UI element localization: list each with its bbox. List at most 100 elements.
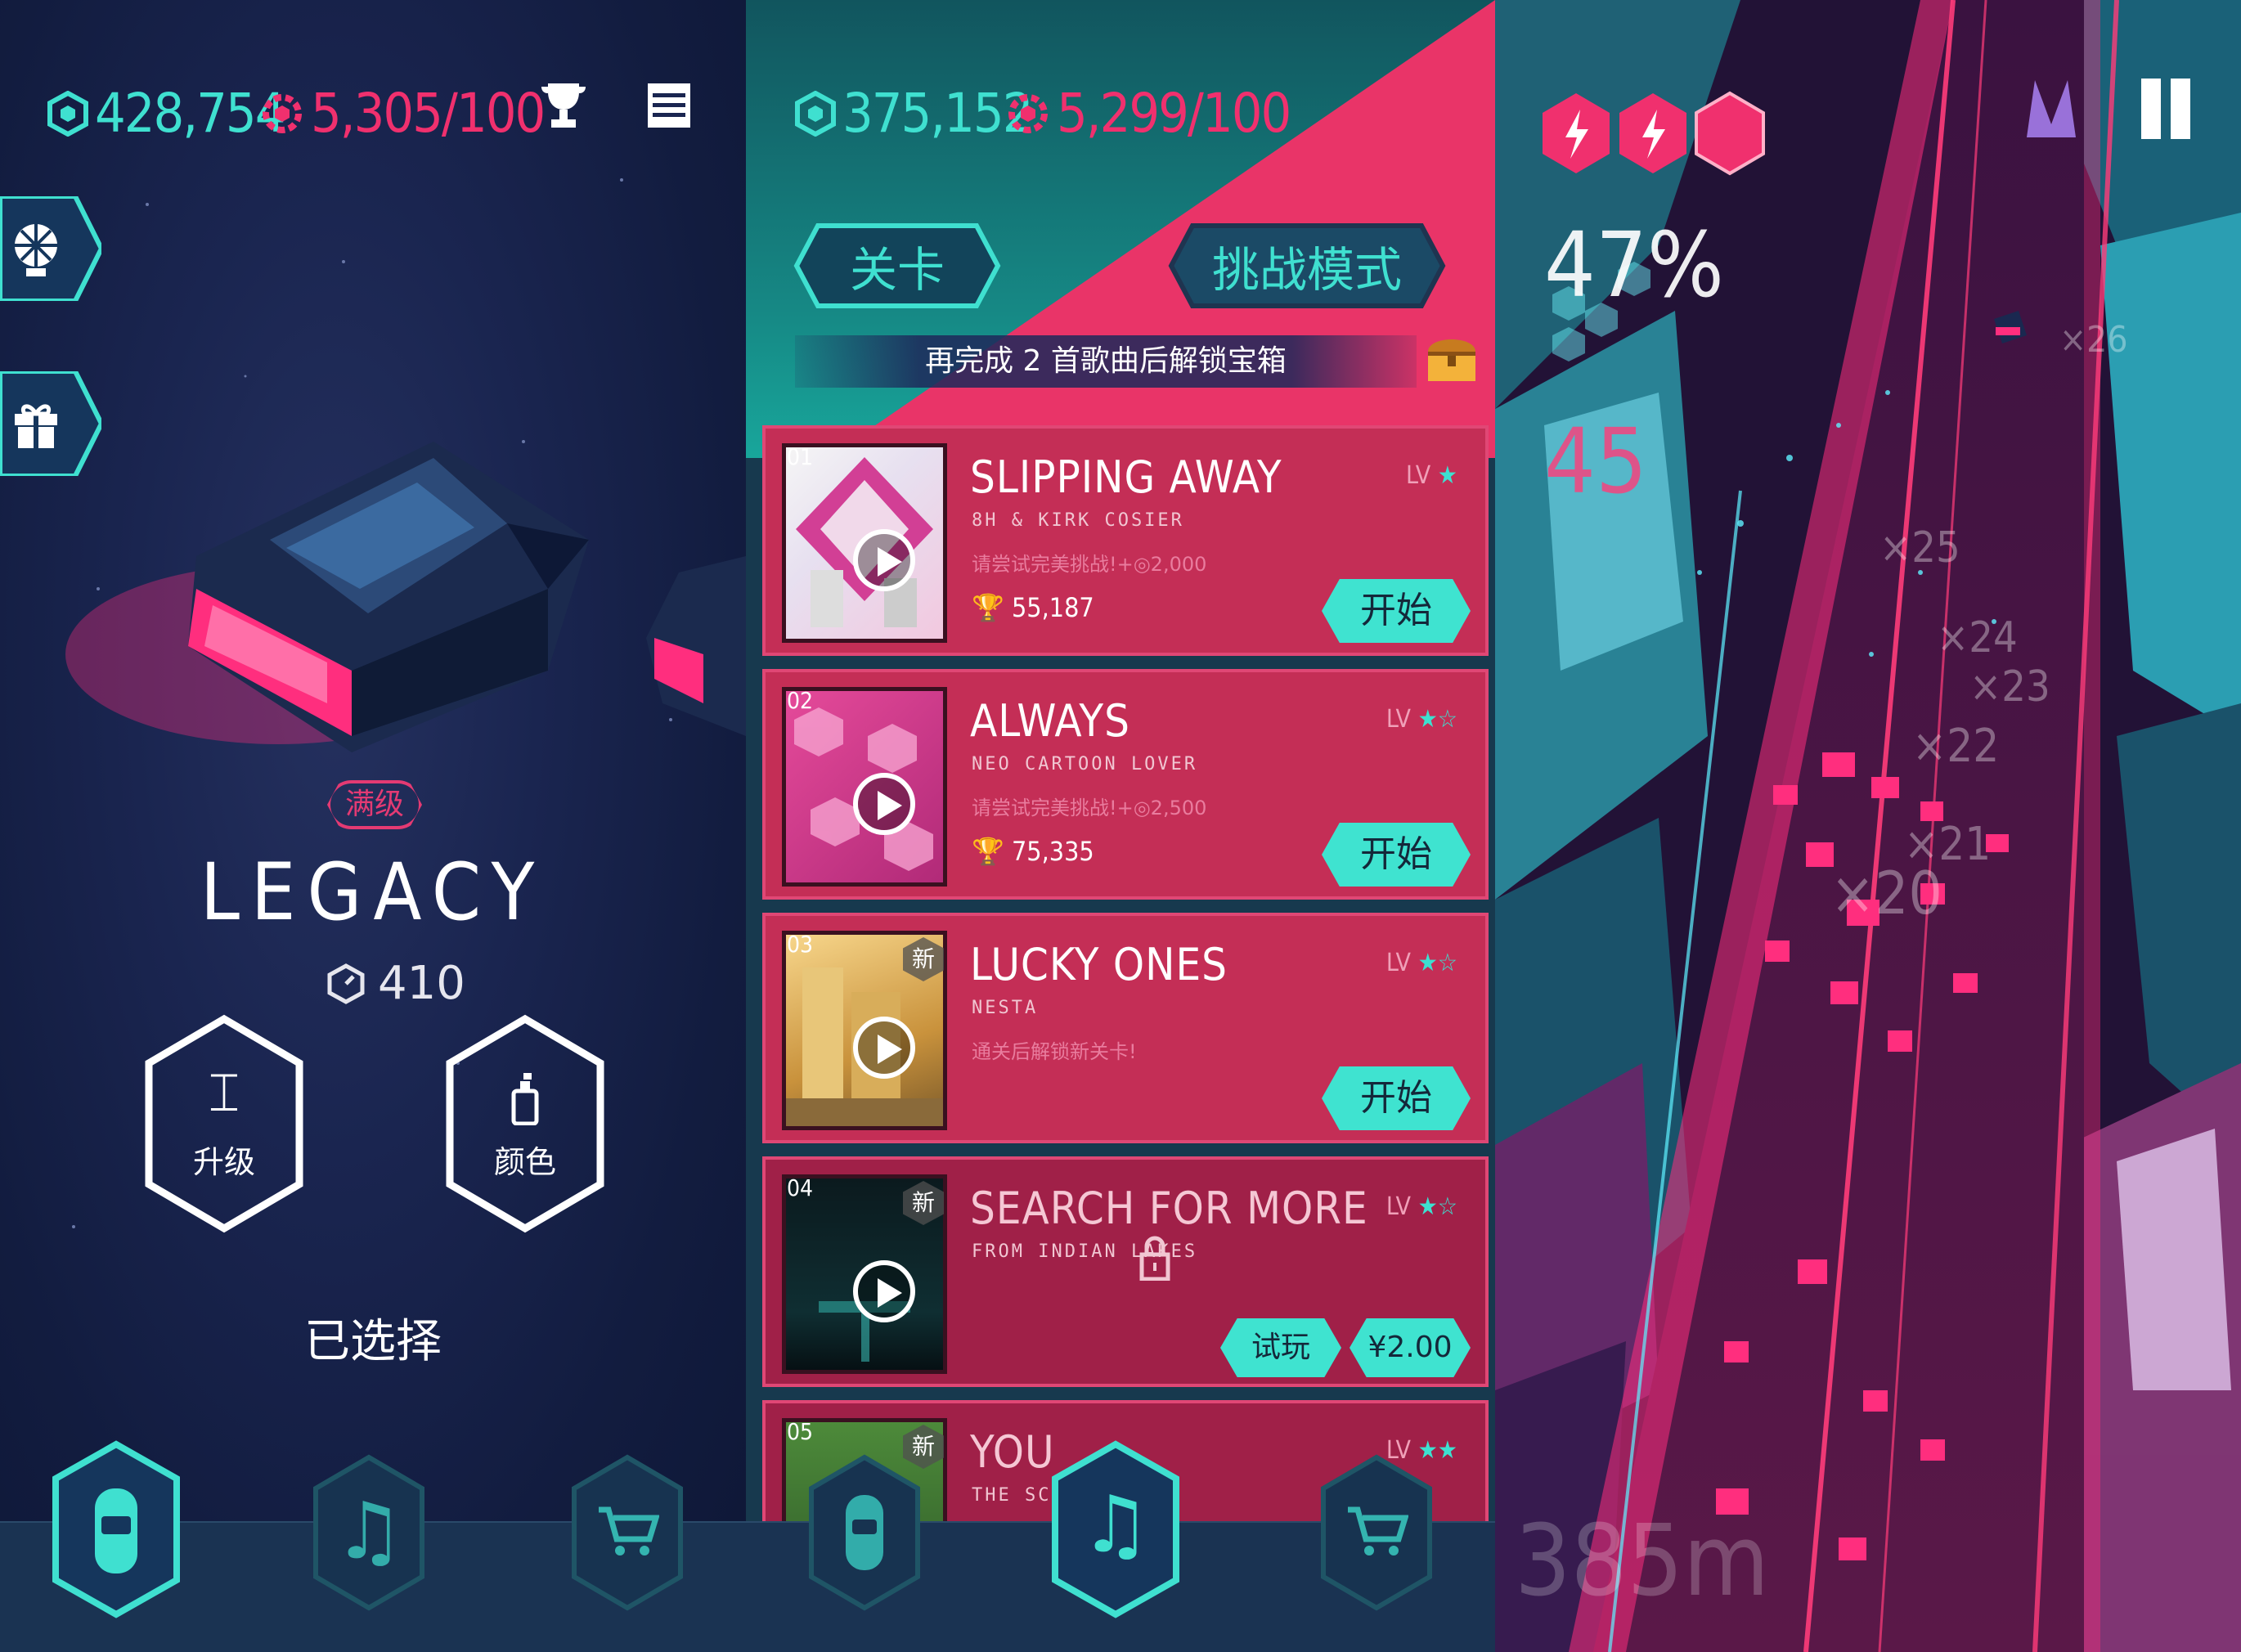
coin-icon <box>795 90 836 137</box>
wrench-icon: ⌶ <box>208 1063 240 1124</box>
tab-challenge-label: 挑战模式 <box>1211 242 1402 298</box>
start-button[interactable]: 开始 <box>1322 823 1471 887</box>
multiplier-marker: ×26 <box>2059 319 2128 361</box>
difficulty-label: LV <box>1385 949 1412 977</box>
song-challenge-hint: 请尝试完美挑战!+◎2,500 <box>972 797 1207 819</box>
song-title: SEARCH FOR MORE <box>970 1183 1368 1234</box>
song-trophy-score: 🏆 55,187 <box>972 592 1094 623</box>
combo-counter: 45 <box>1544 409 1647 514</box>
nav-music[interactable]: ♫ <box>311 1452 427 1616</box>
trophy-icon: 🏆 <box>972 836 1004 867</box>
song-unlock-hint: 通关后解锁新关卡! <box>972 1040 1137 1063</box>
coin-value: 375,152 <box>842 82 1033 145</box>
lightning-hex-icon <box>1543 93 1610 173</box>
start-button[interactable]: 开始 <box>1322 579 1471 643</box>
garage-screen: 428,754 5,305/100 满级 LEGACY 410 ⌶ 升级 颜色 … <box>0 0 746 1652</box>
treasure-chest-icon[interactable] <box>1423 332 1480 384</box>
song-number: 05 <box>787 1418 814 1445</box>
list-menu-icon[interactable] <box>646 82 692 129</box>
multiplier-marker: ×25 <box>1879 523 1960 572</box>
song-title: SLIPPING AWAY <box>970 451 1282 503</box>
difficulty-stars: ★☆ <box>1417 705 1457 734</box>
color-label: 颜色 <box>493 1144 556 1180</box>
difficulty-label: LV <box>1406 461 1431 490</box>
gem-counter: 5,299/100 <box>1006 82 1291 145</box>
gem-counter: 5,305/100 <box>260 82 546 145</box>
buy-button[interactable]: ¥2.00 <box>1350 1318 1471 1377</box>
song-card-locked[interactable]: 新 04 SEARCH FOR MORE FROM INDIAN LAKES L… <box>762 1156 1489 1387</box>
difficulty-stars: ★☆ <box>1417 949 1457 977</box>
multiplier-marker: ×23 <box>1969 662 2050 712</box>
nav-music[interactable]: ♫ <box>1050 1439 1181 1623</box>
coin-counter: 375,152 <box>795 82 1033 145</box>
nav-shop[interactable] <box>1318 1452 1435 1616</box>
car-icon <box>95 1488 137 1573</box>
song-difficulty: LV ★☆ <box>1386 705 1457 734</box>
song-trophy-score: 🏆 75,335 <box>972 836 1094 867</box>
song-card[interactable]: 01 SLIPPING AWAY 8H & KIRK COSIER 请尝试完美挑… <box>762 425 1489 656</box>
try-button[interactable]: 试玩 <box>1220 1318 1341 1377</box>
pause-button[interactable] <box>2141 79 2194 139</box>
start-button[interactable]: 开始 <box>1322 1066 1471 1130</box>
lock-icon <box>1139 1236 1170 1281</box>
song-card[interactable]: 02 ALWAYS NEO CARTOON LOVER 请尝试完美挑战!+◎2,… <box>762 669 1489 900</box>
shopping-cart-icon <box>599 1506 659 1555</box>
spray-can-icon <box>511 1073 539 1125</box>
nav-garage[interactable] <box>51 1439 182 1623</box>
song-title: ALWAYS <box>970 695 1130 747</box>
nav-garage[interactable] <box>806 1452 923 1616</box>
trophy-score-value: 55,187 <box>1011 592 1094 623</box>
paint-button[interactable]: 颜色 <box>445 1014 605 1233</box>
play-preview-icon[interactable] <box>853 1260 915 1322</box>
trophy-score-value: 75,335 <box>1011 836 1094 867</box>
coin-icon <box>47 90 88 137</box>
song-difficulty: LV ★☆ <box>1386 949 1457 977</box>
gift-icon <box>15 404 57 448</box>
distance-counter: 385m <box>1515 1505 1770 1618</box>
tab-levels-label: 关卡 <box>849 242 945 298</box>
song-select-screen: 375,152 5,299/100 关卡 挑战模式 再完成 2 首歌曲后解锁宝箱… <box>746 0 1495 1652</box>
song-cover <box>782 443 947 643</box>
progress-percent: 47% <box>1544 213 1724 317</box>
coin-counter: 428,754 <box>47 82 285 145</box>
max-level-badge: 满级 <box>327 780 422 829</box>
gem-value: 5,305/100 <box>311 82 546 145</box>
song-number: 03 <box>787 931 814 958</box>
song-difficulty: LV ★ <box>1406 461 1457 490</box>
tab-levels[interactable]: 关卡 <box>793 222 1001 309</box>
trophy-icon[interactable] <box>540 80 587 132</box>
gem-icon <box>263 93 302 133</box>
trophy-icon: 🏆 <box>972 592 1004 623</box>
multiplier-marker: ×22 <box>1912 720 2000 773</box>
shopping-cart-icon <box>1348 1506 1408 1555</box>
play-preview-icon[interactable] <box>853 1017 915 1079</box>
gameplay-screen: 47% 45 ×26 ×25 ×24 ×23 ×22 ×21 ×20 385m <box>1495 0 2241 1652</box>
music-note-icon: ♫ <box>333 1485 405 1577</box>
difficulty-stars: ★☆ <box>1417 1192 1457 1221</box>
play-preview-icon[interactable] <box>853 773 915 835</box>
song-artist: 8H & KIRK COSIER <box>972 510 1184 531</box>
tab-challenge[interactable]: 挑战模式 <box>1168 222 1446 309</box>
gem-value: 5,299/100 <box>1057 82 1291 145</box>
song-number: 02 <box>787 687 814 714</box>
song-number: 01 <box>787 443 814 470</box>
lucky-wheel-button[interactable] <box>0 194 105 303</box>
difficulty-stars: ★ <box>1437 461 1457 490</box>
upgrade-button[interactable]: ⌶ 升级 <box>144 1014 304 1233</box>
gem-icon <box>1008 93 1048 133</box>
play-preview-icon[interactable] <box>853 529 915 591</box>
difficulty-label: LV <box>1385 1192 1412 1221</box>
lightning-hex-icon <box>1619 93 1686 173</box>
nav-shop[interactable] <box>569 1452 685 1616</box>
song-cover <box>782 687 947 887</box>
selected-status: 已选择 <box>304 1315 442 1368</box>
gift-button[interactable] <box>0 369 105 478</box>
song-card[interactable]: 新 03 LUCKY ONES NESTA 通关后解锁新关卡! LV ★☆ 开始 <box>762 913 1489 1143</box>
car-icon <box>846 1495 883 1570</box>
difficulty-label: LV <box>1385 705 1412 734</box>
chest-unlock-banner: 再完成 2 首歌曲后解锁宝箱 <box>795 335 1417 388</box>
song-artist: NESTA <box>972 998 1039 1018</box>
car-speed: 410 <box>326 957 465 1010</box>
car-model <box>188 442 589 752</box>
wheel-of-fortune-icon <box>15 224 57 276</box>
